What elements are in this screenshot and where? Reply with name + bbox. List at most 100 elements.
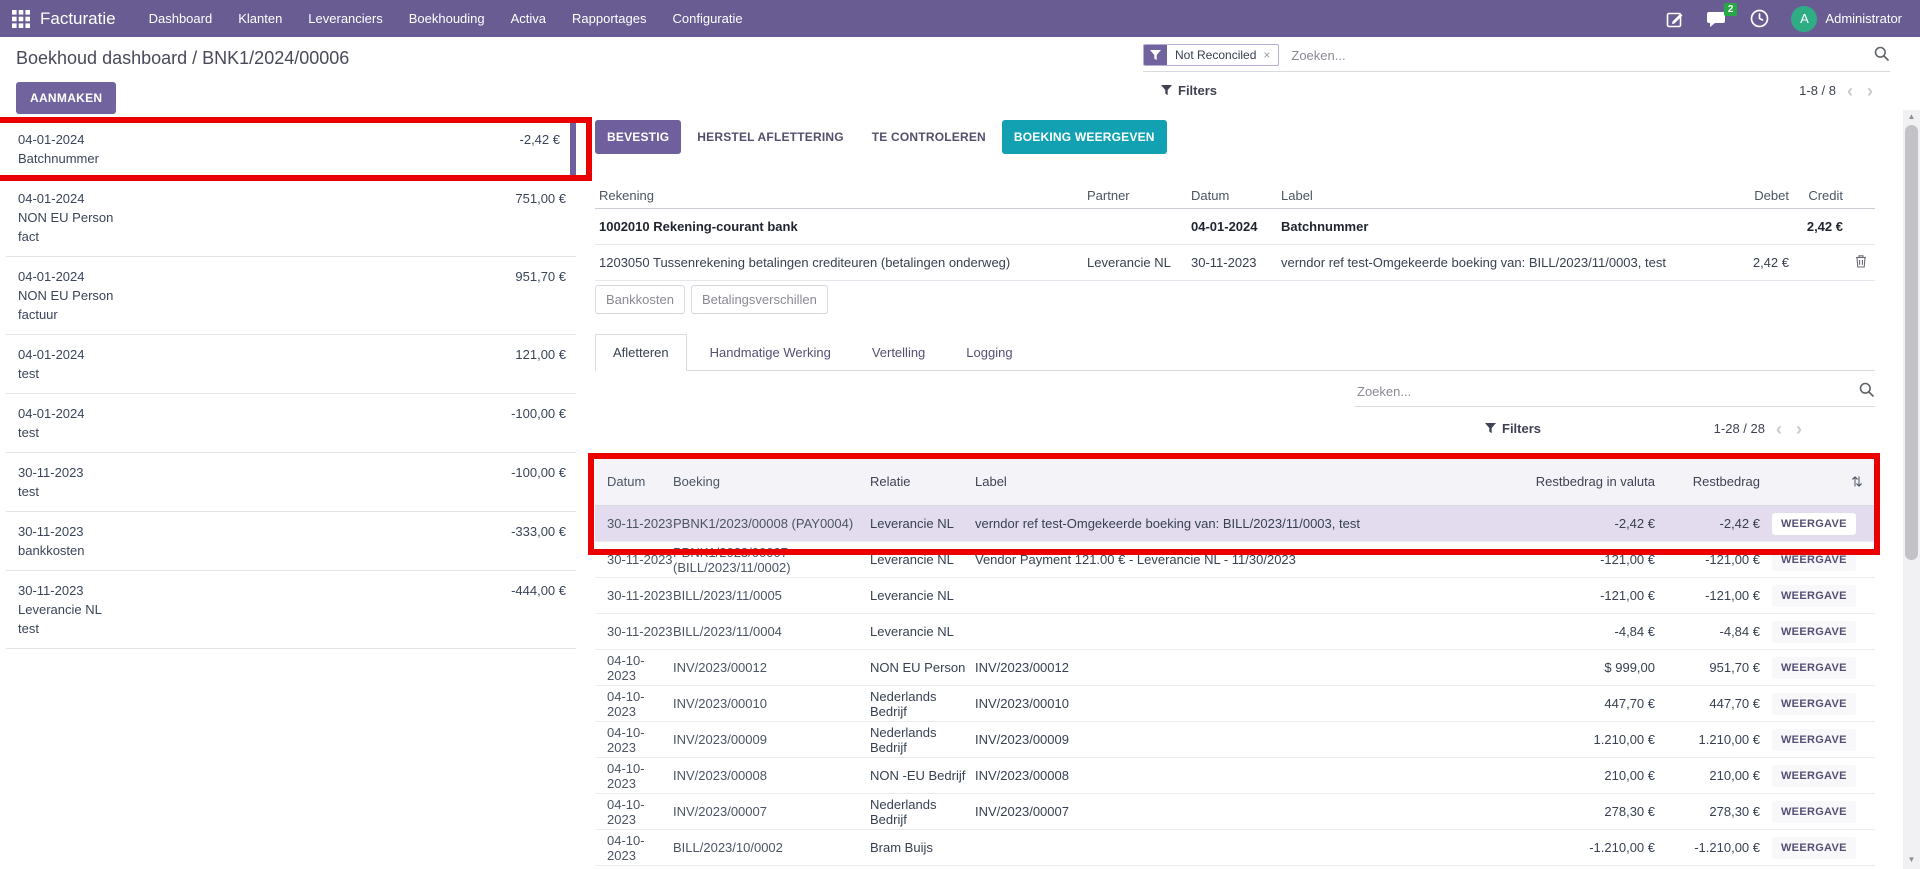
match-pager-next-icon[interactable]: › <box>1793 422 1805 436</box>
tab[interactable]: Vertelling <box>854 334 943 371</box>
match-row[interactable]: 30-11-2023 PBNK1/2023/00007 (BILL/2023/1… <box>595 542 1875 578</box>
match-row[interactable]: 04-10-2023 INV/2023/00010 Nederlands Bed… <box>595 686 1875 722</box>
match-row[interactable]: 04-10-2023 INV/2023/00008 NON -EU Bedrij… <box>595 758 1875 794</box>
cell-credit <box>1793 254 1847 272</box>
action-buttons: BEVESTIG HERSTEL AFLETTERING TE CONTROLE… <box>595 120 1167 154</box>
match-search-icon[interactable] <box>1859 382 1875 401</box>
view-move-button[interactable]: WEERGAVE <box>1772 621 1856 643</box>
view-entry-button[interactable]: BOEKING WEERGEVEN <box>1002 120 1167 154</box>
tab[interactable]: Afletteren <box>595 334 687 371</box>
cell-restbedrag-valuta: 278,30 € <box>1535 804 1655 819</box>
activities-clock-icon[interactable] <box>1749 9 1769 29</box>
menu-item[interactable]: Configuratie <box>660 0 756 37</box>
cell-restbedrag: -121,00 € <box>1655 588 1760 603</box>
match-filters-button[interactable]: Filters <box>1485 421 1541 436</box>
validate-button[interactable]: BEVESTIG <box>595 120 681 154</box>
statement-line-memo: NON EU Person fact <box>18 208 564 246</box>
tab[interactable]: Handmatige Werking <box>692 334 849 371</box>
view-move-button[interactable]: WEERGAVE <box>1772 513 1856 535</box>
breadcrumb-parent[interactable]: Boekhoud dashboard <box>16 48 187 68</box>
reconcile-panel: BEVESTIG HERSTEL AFLETTERING TE CONTROLE… <box>595 120 1875 869</box>
cell-label: INV/2023/00007 <box>975 804 1535 819</box>
quick-counterpart-button[interactable]: Bankkosten <box>595 285 685 314</box>
app-name[interactable]: Facturatie <box>40 9 116 29</box>
view-move-button[interactable]: WEERGAVE <box>1772 729 1856 751</box>
col-label: Label <box>975 474 1535 489</box>
create-button[interactable]: AANMAKEN <box>16 82 116 114</box>
filters-button[interactable]: Filters <box>1161 83 1217 98</box>
scrollbar-thumb[interactable] <box>1905 125 1918 560</box>
user-menu[interactable]: A Administrator <box>1791 6 1902 32</box>
cell-restbedrag: 1.210,00 € <box>1655 732 1760 747</box>
main-menu: DashboardKlantenLeveranciersBoekhoudingA… <box>136 0 756 37</box>
menu-item[interactable]: Leveranciers <box>295 0 395 37</box>
search-input[interactable] <box>1289 47 1874 64</box>
match-row[interactable]: 30-11-2023 BILL/2023/11/0004 Leverancie … <box>595 614 1875 650</box>
cell-restbedrag: 278,30 € <box>1655 804 1760 819</box>
messages-icon[interactable]: 2 <box>1707 9 1727 29</box>
reset-reconciliation-button[interactable]: HERSTEL AFLETTERING <box>685 120 855 154</box>
match-filters-row: Filters 1-28 / 28 ‹ › <box>1355 421 1875 436</box>
match-row[interactable]: 30-11-2023 PBNK1/2023/00008 (PAY0004) Le… <box>595 506 1875 542</box>
cell-boeking: INV/2023/00009 <box>673 732 870 747</box>
view-move-button[interactable]: WEERGAVE <box>1772 657 1856 679</box>
view-move-button[interactable]: WEERGAVE <box>1772 837 1856 859</box>
tab[interactable]: Logging <box>948 334 1030 371</box>
match-row[interactable]: 04-10-2023 INV/2023/00007 Nederlands Bed… <box>595 794 1875 830</box>
apps-menu-icon[interactable] <box>12 10 30 28</box>
view-move-button[interactable]: WEERGAVE <box>1772 549 1856 571</box>
statement-line-item[interactable]: 30-11-2023 test -100,00 € <box>6 453 576 512</box>
scrollbar-up-icon[interactable]: ▲ <box>1903 110 1920 124</box>
search-icon[interactable] <box>1874 46 1890 65</box>
match-pager-prev-icon[interactable]: ‹ <box>1773 422 1785 436</box>
statement-line-date: 30-11-2023 <box>18 463 564 482</box>
match-candidates-table: Datum Boeking Relatie Label Restbedrag i… <box>595 458 1875 866</box>
statement-line-date: 04-01-2024 <box>18 130 558 149</box>
quick-counterpart-button[interactable]: Betalingsverschillen <box>691 285 828 314</box>
cell-relatie: Bram Buijs <box>870 840 975 855</box>
menu-item[interactable]: Klanten <box>225 0 295 37</box>
match-row[interactable]: 30-11-2023 BILL/2023/11/0005 Leverancie … <box>595 578 1875 614</box>
statement-line-memo: Leverancie NL test <box>18 600 564 638</box>
match-row[interactable]: 04-10-2023 BILL/2023/10/0002 Bram Buijs … <box>595 830 1875 866</box>
menu-item[interactable]: Boekhouding <box>396 0 498 37</box>
pager-prev-icon[interactable]: ‹ <box>1844 84 1856 98</box>
match-row[interactable]: 04-10-2023 INV/2023/00012 NON EU Person … <box>595 650 1875 686</box>
menu-item[interactable]: Dashboard <box>136 0 226 37</box>
statement-line-item[interactable]: 30-11-2023 Leverancie NL test -444,00 € <box>6 571 576 649</box>
statement-line-item[interactable]: 04-01-2024 test -100,00 € <box>6 394 576 453</box>
entry-table-header: Rekening Partner Datum Label Debet Credi… <box>595 183 1875 209</box>
delete-line-icon[interactable] <box>1855 256 1867 271</box>
statement-line-item[interactable]: 04-01-2024 NON EU Person factuur 951,70 … <box>6 257 576 335</box>
statement-line-item[interactable]: 30-11-2023 bankkosten -333,00 € <box>6 512 576 571</box>
cell-relatie: Leverancie NL <box>870 624 975 639</box>
view-move-button[interactable]: WEERGAVE <box>1772 585 1856 607</box>
cell-restbedrag: -1.210,00 € <box>1655 840 1760 855</box>
optional-columns-icon[interactable]: ⇄ <box>1849 476 1866 488</box>
view-move-button[interactable]: WEERGAVE <box>1772 765 1856 787</box>
view-move-button[interactable]: WEERGAVE <box>1772 693 1856 715</box>
menu-item[interactable]: Rapportages <box>559 0 659 37</box>
col-partner: Partner <box>1083 183 1187 208</box>
view-move-button[interactable]: WEERGAVE <box>1772 801 1856 823</box>
match-search-input[interactable] <box>1355 383 1859 400</box>
vertical-scrollbar[interactable]: ▲ ▼ <box>1903 110 1920 869</box>
statement-line-item[interactable]: 04-01-2024 NON EU Person fact 751,00 € <box>6 179 576 257</box>
match-row[interactable]: 04-10-2023 INV/2023/00009 Nederlands Bed… <box>595 722 1875 758</box>
col-debet: Debet <box>1740 183 1793 208</box>
statement-line-item[interactable]: 04-01-2024 test 121,00 € <box>6 335 576 394</box>
to-check-button[interactable]: TE CONTROLEREN <box>860 120 998 154</box>
menu-item[interactable]: Activa <box>498 0 559 37</box>
facet-remove-icon[interactable]: × <box>1263 48 1270 62</box>
col-boeking: Boeking <box>673 474 870 489</box>
statement-line-item[interactable]: 04-01-2024 Batchnummer -2,42 € <box>6 120 576 179</box>
col-datum: Datum <box>595 474 673 489</box>
edit-icon[interactable] <box>1665 9 1685 29</box>
pager-next-icon[interactable]: › <box>1864 84 1876 98</box>
statement-line-list: 04-01-2024 Batchnummer -2,42 € 04-01-202… <box>6 119 576 649</box>
scrollbar-down-icon[interactable]: ▼ <box>1903 853 1920 867</box>
cell-restbedrag-valuta: 210,00 € <box>1535 768 1655 783</box>
cell-restbedrag: 951,70 € <box>1655 660 1760 675</box>
entry-table-row[interactable]: 1002010 Rekening-courant bank 04-01-2024… <box>595 209 1875 245</box>
entry-table-row[interactable]: 1203050 Tussenrekening betalingen credit… <box>595 245 1875 281</box>
